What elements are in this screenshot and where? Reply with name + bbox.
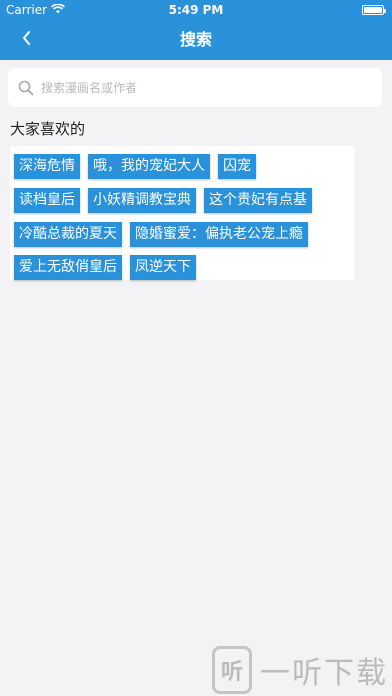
favorites-tags-panel: 深海危情 哦，我的宠妃大人 囚宠 读档皇后 小妖精调教宝典 这个贵妃有点基 冷酷… xyxy=(10,146,354,280)
page-title: 搜索 xyxy=(179,30,212,49)
tag-item[interactable]: 爱上无敌俏皇后 xyxy=(14,255,122,280)
tag-item[interactable]: 小妖精调教宝典 xyxy=(88,188,196,213)
watermark: 听 一听下载 xyxy=(212,646,388,694)
status-right xyxy=(362,5,386,15)
watermark-logo-icon: 听 xyxy=(212,646,252,694)
watermark-text: 一听下载 xyxy=(260,656,388,691)
tag-item[interactable]: 哦，我的宠妃大人 xyxy=(88,154,210,179)
battery-icon xyxy=(362,5,386,15)
search-bar[interactable] xyxy=(8,68,382,107)
search-input[interactable] xyxy=(41,80,382,95)
tag-item[interactable]: 读档皇后 xyxy=(14,188,80,213)
tag-row: 深海危情 哦，我的宠妃大人 囚宠 xyxy=(14,154,256,179)
favorites-title: 大家喜欢的 xyxy=(10,120,86,138)
nav-bar: 搜索 xyxy=(0,20,392,60)
status-time: 5:49 PM xyxy=(168,3,224,17)
tag-row: 冷酷总裁的夏天 隐婚蜜爱：偏执老公宠上瘾 xyxy=(14,222,308,247)
tag-item[interactable]: 这个贵妃有点基 xyxy=(204,188,312,213)
search-icon xyxy=(17,79,35,97)
tag-row: 爱上无敌俏皇后 凤逆天下 xyxy=(14,255,196,280)
tag-item[interactable]: 凤逆天下 xyxy=(130,255,196,280)
tag-item[interactable]: 囚宠 xyxy=(218,154,256,179)
battery-fill xyxy=(364,7,382,13)
tag-item[interactable]: 隐婚蜜爱：偏执老公宠上瘾 xyxy=(130,222,308,247)
tag-item[interactable]: 深海危情 xyxy=(14,154,80,179)
tag-item[interactable]: 冷酷总裁的夏天 xyxy=(14,222,122,247)
tag-row: 读档皇后 小妖精调教宝典 这个贵妃有点基 xyxy=(14,188,312,213)
status-bar: Carrier 5:49 PM xyxy=(0,0,392,20)
